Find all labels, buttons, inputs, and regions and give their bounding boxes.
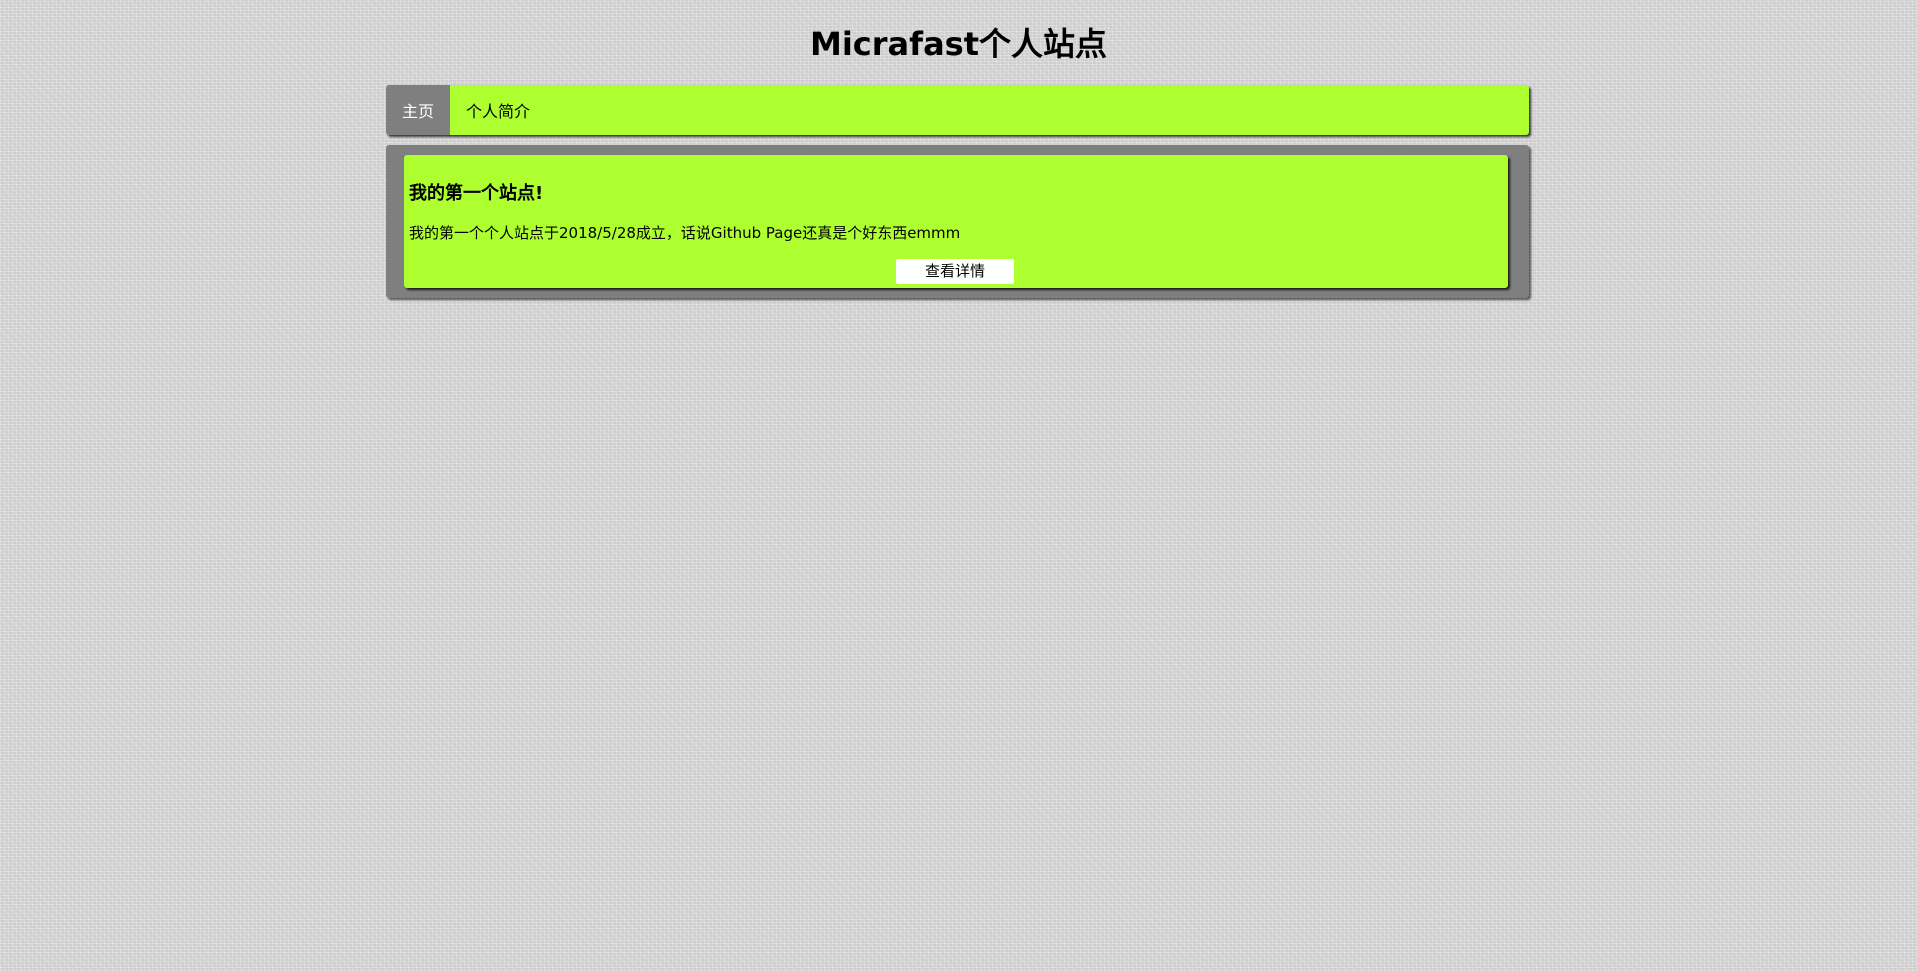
page-title: Micrafast个人站点 bbox=[809, 25, 1108, 63]
post-title: 我的第一个站点! bbox=[409, 183, 544, 204]
view-details-button[interactable]: 查看详情 bbox=[896, 259, 1014, 284]
post-summary: 我的第一个个人站点于2018/5/28成立，话说Github Page还真是个好… bbox=[409, 224, 961, 242]
nav-item-profile[interactable]: 个人简介 bbox=[450, 85, 546, 135]
nav-item-home[interactable]: 主页 bbox=[386, 85, 450, 135]
content-area: 我的第一个站点! 我的第一个个人站点于2018/5/28成立，话说Github … bbox=[386, 145, 1529, 298]
nav-bar: 主页 个人简介 bbox=[386, 85, 1529, 135]
post-card: 我的第一个站点! 我的第一个个人站点于2018/5/28成立，话说Github … bbox=[404, 155, 1508, 288]
